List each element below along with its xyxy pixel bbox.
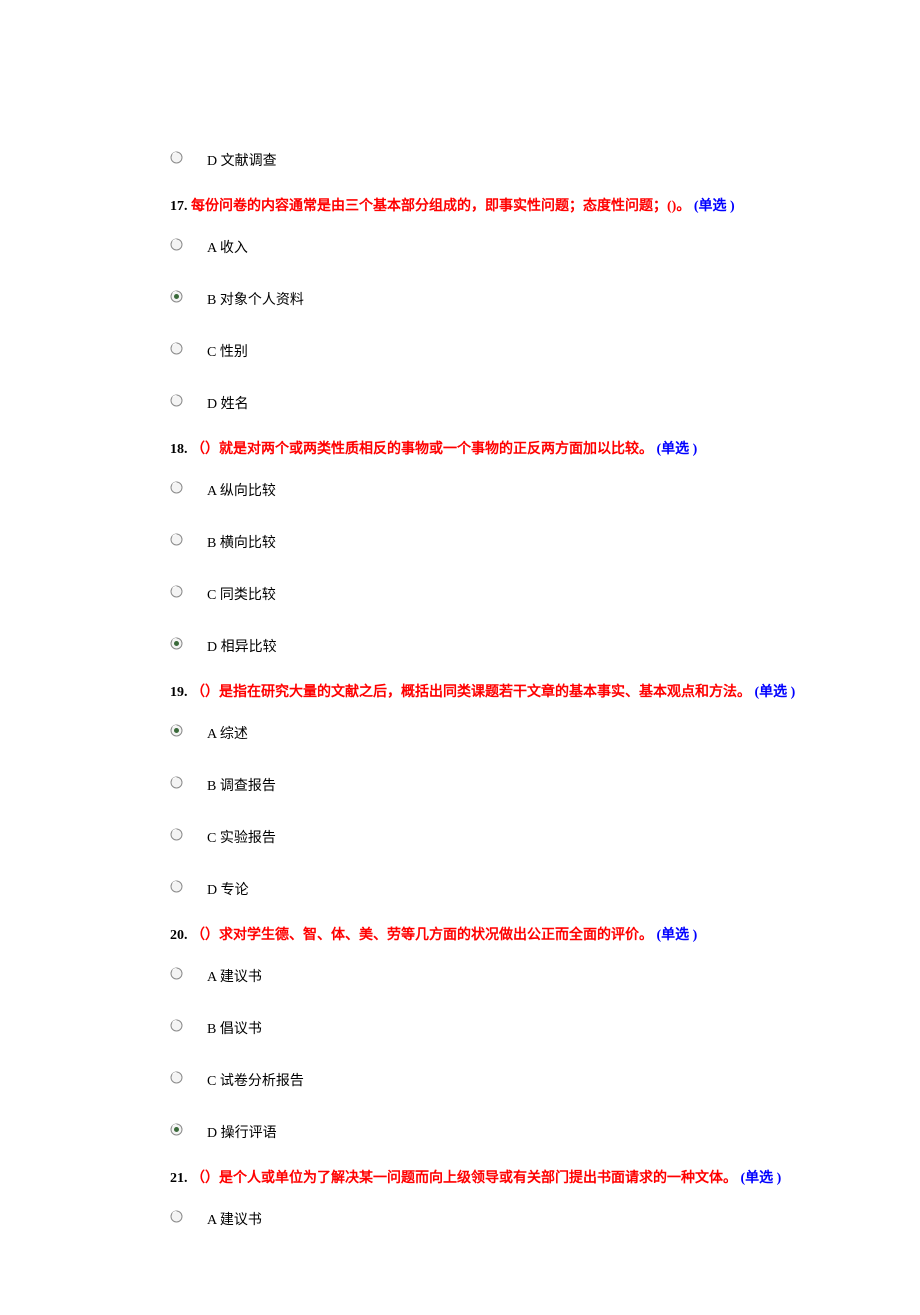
option-row: D 相异比较 — [170, 630, 845, 656]
radio-icon[interactable] — [170, 585, 183, 598]
option-text: A 纵向比较 — [207, 474, 276, 500]
question-number: 19. — [170, 685, 188, 700]
question-text: （）是指在研究大量的文献之后，概括出同类课题若干文章的基本事实、基本观点和方法。 — [191, 685, 755, 700]
option-text: A 建议书 — [207, 1203, 262, 1229]
option-row: A 纵向比较 — [170, 474, 845, 500]
radio-icon[interactable] — [170, 481, 183, 494]
option-text: C 性别 — [207, 335, 248, 361]
radio-icon[interactable] — [170, 880, 183, 893]
question-text: （）就是对两个或两类性质相反的事物或一个事物的正反两方面加以比较。 — [191, 442, 657, 457]
option-text: C 试卷分析报告 — [207, 1064, 304, 1090]
radio-icon[interactable] — [170, 776, 183, 789]
question-text: 每份问卷的内容通常是由三个基本部分组成的，即事实性问题；态度性问题；()。 — [191, 199, 694, 214]
option-text: B 横向比较 — [207, 526, 276, 552]
radio-icon[interactable] — [170, 637, 183, 650]
question-type: (单选 ) — [755, 685, 796, 700]
questions-container: 17. 每份问卷的内容通常是由三个基本部分组成的，即事实性问题；态度性问题；()… — [170, 196, 845, 1229]
option-row: B 调查报告 — [170, 769, 845, 795]
option-text: C 实验报告 — [207, 821, 276, 847]
question-text: （）是个人或单位为了解决某一问题而向上级领导或有关部门提出书面请求的一种文体。 — [191, 1171, 741, 1186]
option-text: D 文献调查 — [207, 144, 277, 170]
option-row: B 对象个人资料 — [170, 283, 845, 309]
option-text: D 专论 — [207, 873, 249, 899]
radio-icon[interactable] — [170, 394, 183, 407]
option-text: B 倡议书 — [207, 1012, 262, 1038]
question-prompt: 21. （）是个人或单位为了解决某一问题而向上级领导或有关部门提出书面请求的一种… — [170, 1168, 845, 1189]
option-row: A 建议书 — [170, 1203, 845, 1229]
option-text: D 相异比较 — [207, 630, 277, 656]
option-row: A 建议书 — [170, 960, 845, 986]
option-row: B 横向比较 — [170, 526, 845, 552]
question-prompt: 18. （）就是对两个或两类性质相反的事物或一个事物的正反两方面加以比较。 (单… — [170, 439, 845, 460]
radio-icon[interactable] — [170, 724, 183, 737]
option-row: D 专论 — [170, 873, 845, 899]
option-text: B 对象个人资料 — [207, 283, 304, 309]
option-text: A 综述 — [207, 717, 248, 743]
option-text: A 建议书 — [207, 960, 262, 986]
option-row: C 同类比较 — [170, 578, 845, 604]
option-row: A 综述 — [170, 717, 845, 743]
question-type: (单选 ) — [657, 442, 698, 457]
option-text: B 调查报告 — [207, 769, 276, 795]
radio-icon[interactable] — [170, 1019, 183, 1032]
radio-icon[interactable] — [170, 342, 183, 355]
question-type: (单选 ) — [741, 1171, 782, 1186]
option-text: D 操行评语 — [207, 1116, 277, 1142]
question-type: (单选 ) — [657, 928, 698, 943]
question-type: (单选 ) — [694, 199, 735, 214]
option-text: D 姓名 — [207, 387, 249, 413]
radio-icon[interactable] — [170, 1071, 183, 1084]
question-number: 21. — [170, 1171, 188, 1186]
question-number: 17. — [170, 199, 188, 214]
question-prompt: 20. （）求对学生德、智、体、美、劳等几方面的状况做出公正而全面的评价。 (单… — [170, 925, 845, 946]
question-prompt: 17. 每份问卷的内容通常是由三个基本部分组成的，即事实性问题；态度性问题；()… — [170, 196, 845, 217]
radio-icon[interactable] — [170, 290, 183, 303]
question-number: 20. — [170, 928, 188, 943]
option-row: A 收入 — [170, 231, 845, 257]
option-text: A 收入 — [207, 231, 248, 257]
radio-icon[interactable] — [170, 151, 183, 164]
radio-icon[interactable] — [170, 238, 183, 251]
radio-icon[interactable] — [170, 967, 183, 980]
option-row: D 文献调查 — [170, 144, 845, 170]
option-row: D 操行评语 — [170, 1116, 845, 1142]
radio-icon[interactable] — [170, 533, 183, 546]
option-row: C 实验报告 — [170, 821, 845, 847]
option-row: B 倡议书 — [170, 1012, 845, 1038]
radio-icon[interactable] — [170, 828, 183, 841]
question-prompt: 19. （）是指在研究大量的文献之后，概括出同类课题若干文章的基本事实、基本观点… — [170, 682, 845, 703]
quiz-page: D 文献调查 17. 每份问卷的内容通常是由三个基本部分组成的，即事实性问题；态… — [0, 0, 920, 1315]
option-row: C 性别 — [170, 335, 845, 361]
question-text: （）求对学生德、智、体、美、劳等几方面的状况做出公正而全面的评价。 — [191, 928, 657, 943]
question-number: 18. — [170, 442, 188, 457]
radio-icon[interactable] — [170, 1210, 183, 1223]
option-row: C 试卷分析报告 — [170, 1064, 845, 1090]
option-text: C 同类比较 — [207, 578, 276, 604]
option-row: D 姓名 — [170, 387, 845, 413]
radio-icon[interactable] — [170, 1123, 183, 1136]
